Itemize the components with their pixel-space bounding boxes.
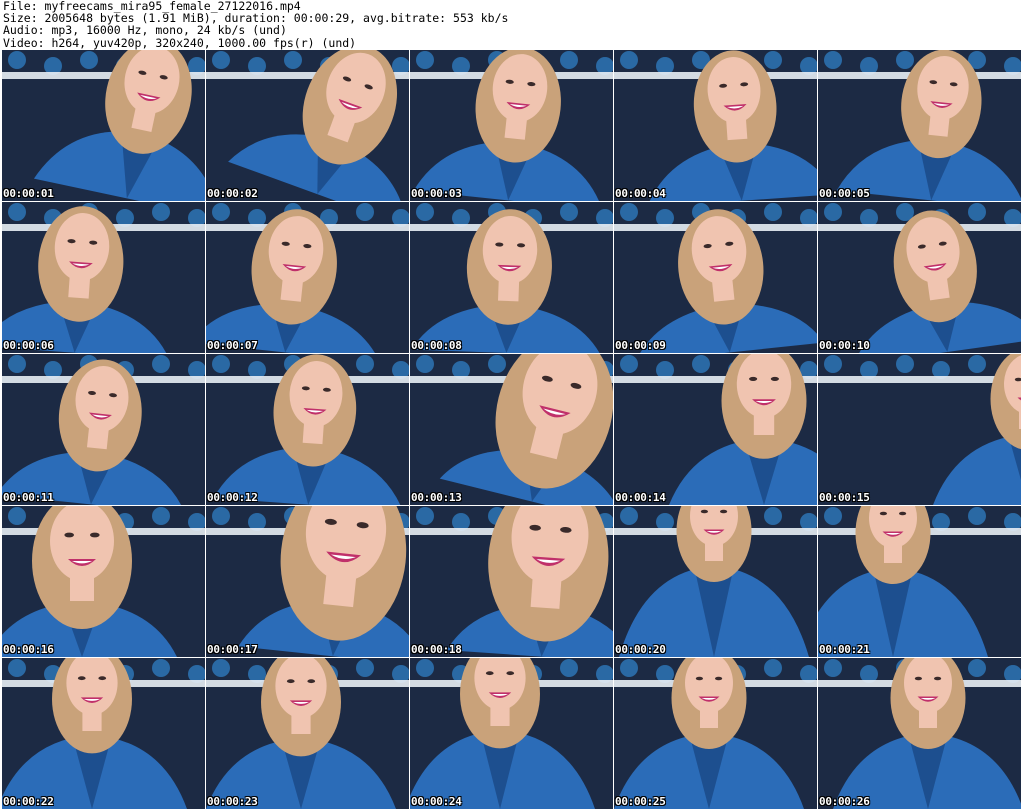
frame-thumbnail-icon <box>818 506 1021 657</box>
frame-thumbnail: 00:00:18 <box>410 506 613 657</box>
frame-thumbnail-icon <box>410 50 613 201</box>
frame-timestamp: 00:00:09 <box>615 339 666 352</box>
frame-timestamp: 00:00:26 <box>819 795 870 808</box>
frame-thumbnail: 00:00:12 <box>206 354 409 505</box>
frame-thumbnail-icon <box>614 202 817 353</box>
frame-thumbnail: 00:00:06 <box>2 202 205 353</box>
thumbnail-grid: 00:00:01 00:00:02 00:00:03 00:00:04 00:00:05… <box>2 50 1022 810</box>
video-info-line: Video: h264, yuv420p, 320x240, 1000.00 f… <box>3 35 357 50</box>
frame-thumbnail-icon <box>206 354 409 505</box>
frame-thumbnail: 00:00:07 <box>206 202 409 353</box>
frame-thumbnail: 00:00:24 <box>410 658 613 809</box>
frame-timestamp: 00:00:01 <box>3 187 54 200</box>
frame-thumbnail: 00:00:01 <box>2 50 205 201</box>
frame-timestamp: 00:00:17 <box>207 643 258 656</box>
frame-thumbnail: 00:00:22 <box>2 658 205 809</box>
media-info-header: File: myfreecams_mira95_female_27122016.… <box>3 0 1021 50</box>
frame-thumbnail: 00:00:13 <box>410 354 613 505</box>
frame-thumbnail-icon <box>614 50 817 201</box>
frame-timestamp: 00:00:14 <box>615 491 666 504</box>
frame-thumbnail: 00:00:02 <box>206 50 409 201</box>
audio-info-line: Audio: mp3, 16000 Hz, mono, 24 kb/s (und… <box>3 23 287 38</box>
frame-thumbnail-icon <box>2 50 205 201</box>
frame-thumbnail: 00:00:08 <box>410 202 613 353</box>
frame-thumbnail-icon <box>410 658 613 809</box>
frame-timestamp: 00:00:18 <box>411 643 462 656</box>
frame-thumbnail-icon <box>818 658 1021 809</box>
frame-timestamp: 00:00:03 <box>411 187 462 200</box>
frame-thumbnail-icon <box>206 506 409 657</box>
frame-thumbnail: 00:00:17 <box>206 506 409 657</box>
frame-thumbnail-icon <box>614 354 817 505</box>
frame-thumbnail-icon <box>818 354 1021 505</box>
frame-timestamp: 00:00:04 <box>615 187 666 200</box>
frame-thumbnail-icon <box>2 202 205 353</box>
frame-thumbnail: 00:00:23 <box>206 658 409 809</box>
frame-timestamp: 00:00:15 <box>819 491 870 504</box>
frame-thumbnail-icon <box>206 658 409 809</box>
frame-thumbnail: 00:00:11 <box>2 354 205 505</box>
frame-thumbnail-icon <box>410 202 613 353</box>
frame-timestamp: 00:00:06 <box>3 339 54 352</box>
frame-thumbnail: 00:00:25 <box>614 658 817 809</box>
frame-timestamp: 00:00:23 <box>207 795 258 808</box>
frame-thumbnail: 00:00:05 <box>818 50 1021 201</box>
frame-timestamp: 00:00:20 <box>615 643 666 656</box>
frame-thumbnail: 00:00:14 <box>614 354 817 505</box>
frame-thumbnail: 00:00:03 <box>410 50 613 201</box>
frame-thumbnail-icon <box>2 506 205 657</box>
frame-timestamp: 00:00:12 <box>207 491 258 504</box>
frame-thumbnail: 00:00:10 <box>818 202 1021 353</box>
frame-thumbnail: 00:00:09 <box>614 202 817 353</box>
frame-thumbnail: 00:00:16 <box>2 506 205 657</box>
frame-timestamp: 00:00:02 <box>207 187 258 200</box>
frame-thumbnail-icon <box>410 354 613 505</box>
frame-thumbnail: 00:00:04 <box>614 50 817 201</box>
frame-thumbnail: 00:00:20 <box>614 506 817 657</box>
frame-thumbnail: 00:00:26 <box>818 658 1021 809</box>
frame-timestamp: 00:00:13 <box>411 491 462 504</box>
frame-timestamp: 00:00:21 <box>819 643 870 656</box>
frame-timestamp: 00:00:25 <box>615 795 666 808</box>
frame-thumbnail-icon <box>2 658 205 809</box>
frame-timestamp: 00:00:11 <box>3 491 54 504</box>
frame-thumbnail-icon <box>614 658 817 809</box>
frame-thumbnail-icon <box>410 506 613 657</box>
frame-thumbnail-icon <box>206 202 409 353</box>
frame-thumbnail-icon <box>2 354 205 505</box>
frame-thumbnail-icon <box>818 50 1021 201</box>
frame-timestamp: 00:00:05 <box>819 187 870 200</box>
frame-thumbnail: 00:00:15 <box>818 354 1021 505</box>
frame-thumbnail-icon <box>818 202 1021 353</box>
frame-thumbnail-icon <box>206 50 409 201</box>
frame-timestamp: 00:00:16 <box>3 643 54 656</box>
frame-timestamp: 00:00:22 <box>3 795 54 808</box>
frame-thumbnail-icon <box>614 506 817 657</box>
frame-timestamp: 00:00:07 <box>207 339 258 352</box>
frame-timestamp: 00:00:10 <box>819 339 870 352</box>
frame-timestamp: 00:00:24 <box>411 795 462 808</box>
frame-thumbnail: 00:00:21 <box>818 506 1021 657</box>
frame-timestamp: 00:00:08 <box>411 339 462 352</box>
